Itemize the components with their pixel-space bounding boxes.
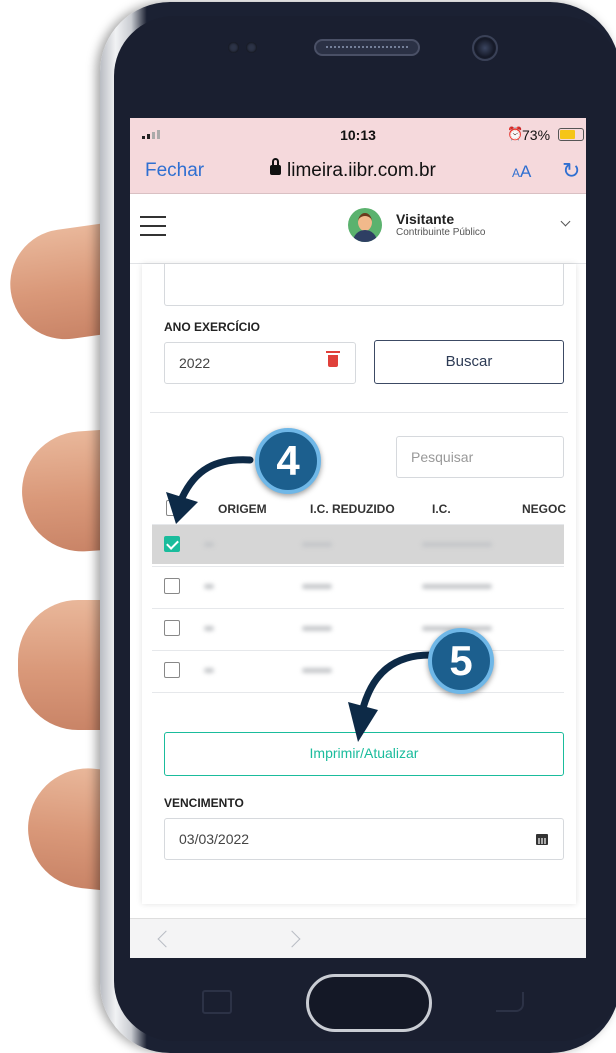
alarm-icon: ⏰ — [507, 126, 524, 141]
row-checkbox[interactable] — [164, 662, 180, 678]
blurred-cell — [204, 542, 214, 547]
battery-percent: 73% — [522, 127, 551, 143]
trash-icon[interactable] — [326, 351, 340, 367]
due-date-label: VENCIMENTO — [164, 796, 244, 810]
search-button[interactable]: Buscar — [374, 340, 564, 384]
back-arrow-icon[interactable] — [157, 930, 175, 948]
table-row[interactable] — [152, 524, 564, 564]
earpiece-speaker — [314, 39, 420, 56]
url-text: limeira.iibr.com.br — [287, 160, 436, 181]
blurred-cell — [204, 668, 214, 673]
table-row[interactable] — [152, 650, 564, 690]
phone-screen: 10:13 ⏰ 73% Fechar limeira.iibr.com.br A… — [130, 118, 586, 958]
blurred-cell — [302, 584, 332, 589]
text-size-button[interactable]: AA — [512, 162, 531, 182]
close-button[interactable]: Fechar — [145, 160, 204, 182]
row-checkbox[interactable] — [164, 536, 180, 552]
app-header: Visitante Contribuinte Público — [130, 194, 586, 264]
blurred-cell — [302, 668, 332, 673]
blurred-cell — [204, 584, 214, 589]
text-size-large: A — [520, 162, 532, 181]
avatar[interactable] — [348, 208, 382, 242]
address-display[interactable]: limeira.iibr.com.br — [270, 158, 436, 182]
table-row-end — [152, 692, 564, 693]
status-bar: 10:13 ⏰ 73% — [130, 118, 586, 152]
chevron-down-icon[interactable] — [560, 216, 571, 227]
lock-icon — [270, 158, 281, 175]
forward-arrow-icon[interactable] — [283, 930, 301, 948]
stage: 10:13 ⏰ 73% Fechar limeira.iibr.com.br A… — [0, 0, 616, 1053]
browser-url-bar: Fechar limeira.iibr.com.br AA ↻ — [130, 152, 586, 194]
user-role: Contribuinte Público — [396, 227, 486, 238]
main-card: ANO EXERCÍCIO 2022 Buscar Pesquisar ORIG… — [142, 264, 576, 904]
blurred-cell — [302, 542, 332, 547]
user-name: Visitante — [396, 211, 455, 227]
due-date-input[interactable]: 03/03/2022 — [164, 818, 564, 860]
previous-field[interactable] — [164, 264, 564, 306]
table-row[interactable] — [152, 566, 564, 606]
table-header: ORIGEM I.C. REDUZIDO I.C. NEGOC — [154, 494, 576, 524]
step-4-marker: 4 — [255, 428, 321, 494]
print-update-button[interactable]: Imprimir/Atualizar — [164, 732, 564, 776]
column-header[interactable]: ORIGEM — [218, 502, 267, 516]
divider — [150, 412, 568, 413]
blurred-cell — [422, 584, 492, 589]
battery-icon — [558, 128, 584, 141]
row-checkbox[interactable] — [164, 578, 180, 594]
filter-input[interactable]: Pesquisar — [396, 436, 564, 478]
browser-bottom-bar — [130, 918, 586, 958]
row-checkbox[interactable] — [164, 620, 180, 636]
calendar-icon[interactable] — [536, 834, 548, 845]
column-header[interactable]: I.C. — [432, 502, 451, 516]
column-header[interactable]: I.C. REDUZIDO — [310, 502, 395, 516]
column-header[interactable]: NEGOC — [522, 502, 566, 516]
year-label: ANO EXERCÍCIO — [164, 320, 261, 334]
step-5-marker: 5 — [428, 628, 494, 694]
table-row[interactable] — [152, 608, 564, 648]
back-key[interactable] — [496, 992, 524, 1012]
select-all-checkbox[interactable] — [166, 500, 182, 516]
reload-icon[interactable]: ↻ — [562, 158, 580, 184]
blurred-cell — [302, 626, 332, 631]
blurred-cell — [422, 542, 492, 547]
hamburger-menu-icon[interactable] — [140, 216, 166, 236]
blurred-cell — [204, 626, 214, 631]
text-size-small: A — [512, 166, 521, 180]
front-camera — [472, 35, 498, 61]
home-button[interactable] — [306, 974, 432, 1032]
sensor-dots — [228, 42, 257, 53]
recent-apps-key[interactable] — [202, 990, 232, 1014]
